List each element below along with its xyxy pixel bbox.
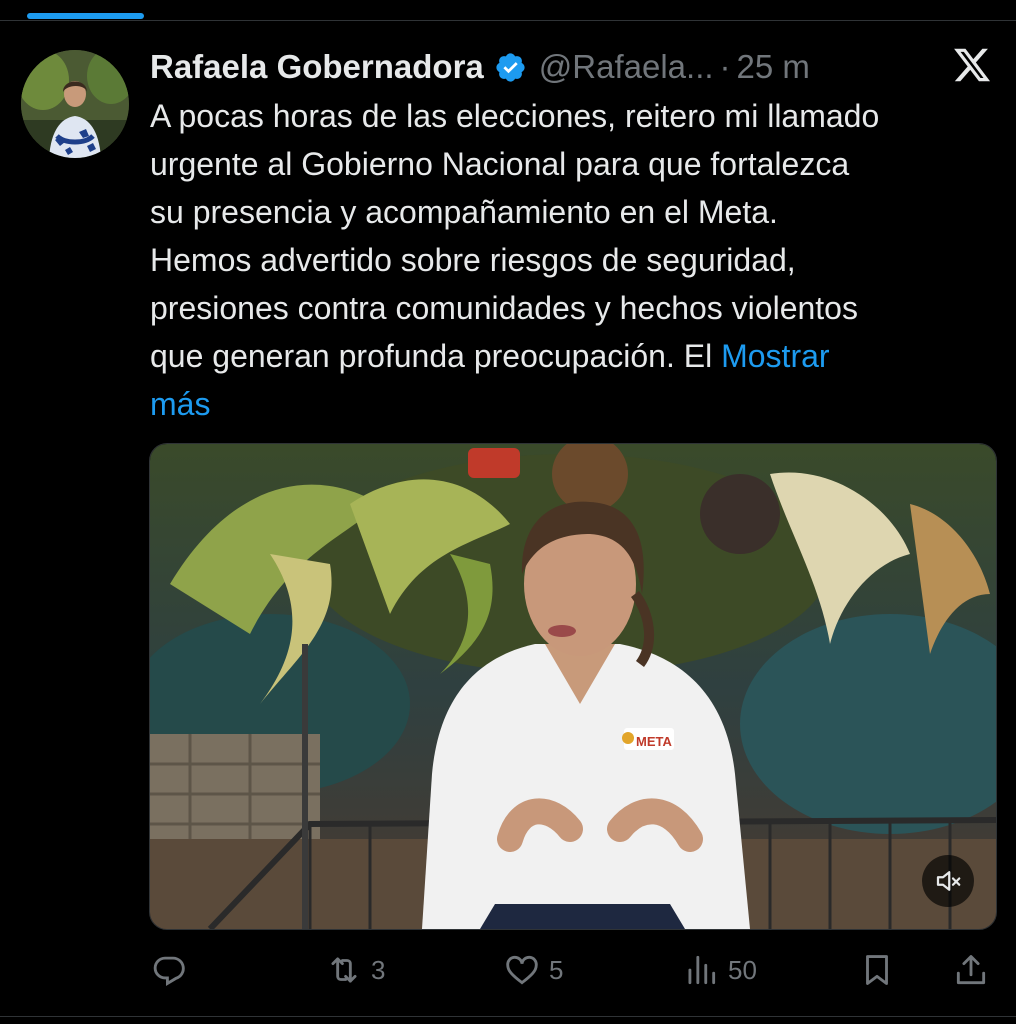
tweet-text-line-last: que generan profunda preocupación. El Mo… — [150, 332, 1000, 380]
show-more-link-continued[interactable]: más — [150, 380, 1000, 428]
repost-count: 3 — [371, 954, 386, 985]
views-button[interactable]: 50 — [682, 945, 757, 995]
tweet-text-line: presiones contra comunidades y hechos vi… — [150, 290, 858, 326]
tweet-header: Rafaela Gobernadora @Rafaela... · 25 m — [150, 44, 810, 90]
tweet-text-line: urgente al Gobierno Nacional para que fo… — [150, 146, 850, 182]
x-logo-icon — [954, 48, 991, 82]
heart-icon — [506, 955, 538, 985]
top-divider — [0, 20, 1016, 21]
tweet-text-line: su presencia y acompañamiento en el Meta… — [150, 194, 778, 230]
tweet-text: A pocas horas de las elecciones, reitero… — [150, 92, 1000, 428]
bookmark-icon — [866, 955, 888, 985]
tweet-timestamp[interactable]: 25 m — [737, 48, 810, 86]
separator-dot: · — [719, 48, 731, 85]
share-button[interactable] — [952, 945, 990, 995]
repost-icon — [331, 957, 357, 983]
bottom-divider — [0, 1016, 1016, 1017]
video-frame: META — [150, 444, 996, 929]
tweet-text-line: Hemos advertido sobre riesgos de segurid… — [150, 242, 796, 278]
avatar-image — [21, 50, 129, 158]
mute-button[interactable] — [922, 855, 974, 907]
show-more-link[interactable]: Mostrar — [721, 338, 829, 374]
share-icon — [956, 955, 986, 985]
author-name[interactable]: Rafaela Gobernadora — [150, 48, 484, 86]
view-count: 50 — [728, 954, 757, 985]
avatar[interactable] — [21, 50, 129, 158]
views-icon — [688, 955, 716, 985]
author-handle[interactable]: @Rafaela... — [539, 48, 714, 86]
repost-button[interactable]: 3 — [325, 945, 385, 995]
like-button[interactable]: 5 — [503, 945, 563, 995]
tweet-text-line: A pocas horas de las elecciones, reitero… — [150, 98, 880, 134]
shirt-logo-text: META — [636, 734, 672, 749]
reply-button[interactable] — [150, 945, 196, 995]
bookmark-button[interactable] — [858, 945, 896, 995]
verified-badge-icon — [496, 52, 525, 82]
reply-icon — [153, 956, 185, 986]
active-tab-indicator — [27, 13, 144, 19]
tweet-actions: 3 5 50 — [150, 945, 996, 995]
speaker-muted-icon — [936, 871, 961, 891]
tweet-text-line: que generan profunda preocupación. El — [150, 338, 722, 374]
like-count: 5 — [549, 954, 564, 985]
tweet-video[interactable]: META — [149, 443, 997, 930]
